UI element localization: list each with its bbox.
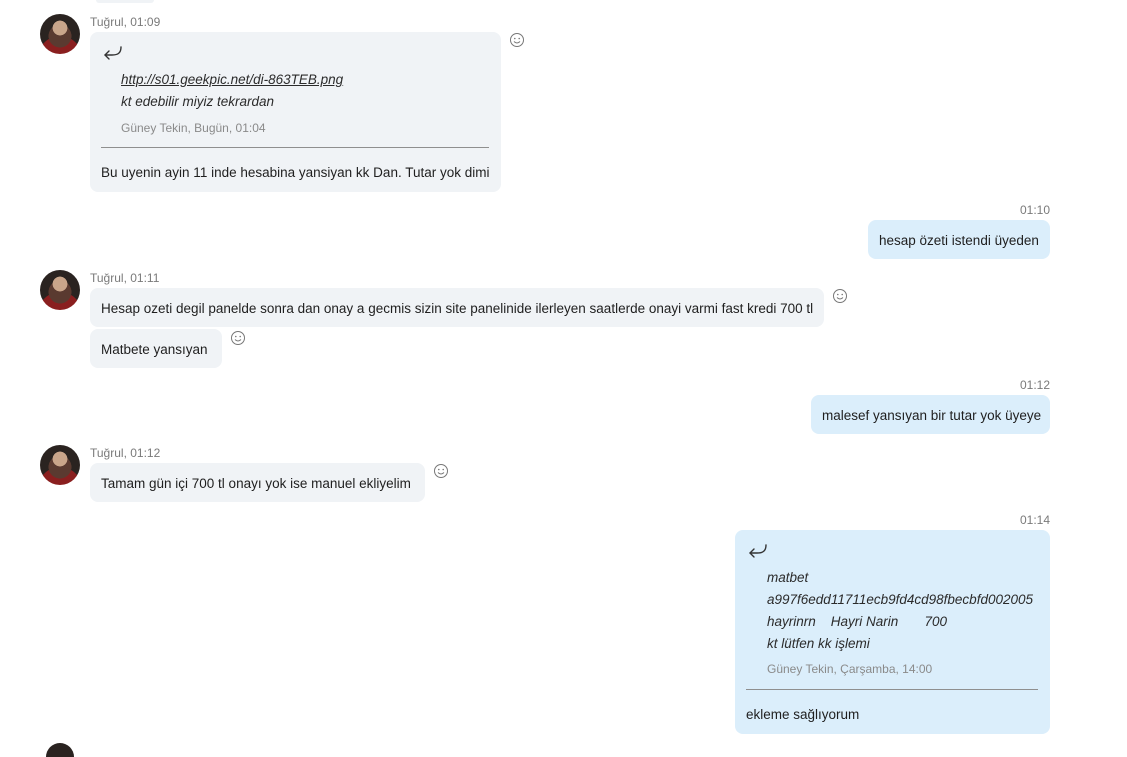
quoted-text: hayrinrn Hayri Narin 700 — [767, 614, 948, 629]
message-text: Matbete yansıyan — [101, 342, 208, 357]
avatar[interactable] — [40, 14, 80, 54]
message-text: Tamam gün içi 700 tl onayı yok ise manue… — [101, 476, 411, 491]
quoted-meta: Güney Tekin, Bugün, 01:04 — [121, 121, 266, 135]
message-sender-time: Tuğrul, 01:09 — [90, 15, 161, 29]
previous-message-edge — [96, 0, 154, 3]
message-bubble[interactable]: malesef yansıyan bir tutar yok üyeye — [811, 395, 1050, 434]
message-bubble[interactable]: http://s01.geekpic.net/di-863TEB.png kt … — [90, 32, 501, 192]
message-time: 01:12 — [1019, 378, 1050, 392]
message-bubble[interactable]: hesap özeti istendi üyeden — [868, 220, 1050, 259]
avatar[interactable] — [46, 743, 74, 757]
smiley-icon[interactable] — [832, 288, 848, 304]
message-bubble[interactable]: matbet a997f6edd11711ecb9fd4cd98fbecbfd0… — [735, 530, 1050, 734]
quoted-text: matbet — [767, 570, 809, 585]
smiley-icon[interactable] — [230, 330, 246, 346]
reply-arrow-icon — [104, 46, 122, 60]
quote-divider — [101, 147, 489, 148]
message-time: 01:10 — [1019, 203, 1050, 217]
avatar[interactable] — [40, 270, 80, 310]
reply-arrow-icon — [749, 544, 767, 558]
quoted-text: kt lütfen kk işlemi — [767, 636, 870, 651]
quoted-text: kt edebilir miyiz tekrardan — [121, 94, 275, 109]
smiley-icon[interactable] — [509, 32, 525, 48]
message-text: Hesap ozeti degil panelde sonra dan onay… — [101, 301, 814, 316]
message-text: ekleme sağlıyorum — [746, 707, 860, 722]
quote-divider — [746, 689, 1038, 690]
message-bubble[interactable]: Matbete yansıyan — [90, 329, 222, 368]
message-bubble[interactable]: Hesap ozeti degil panelde sonra dan onay… — [90, 288, 824, 327]
quoted-link[interactable]: http://s01.geekpic.net/di-863TEB.png — [121, 72, 343, 87]
message-sender-time: Tuğrul, 01:11 — [90, 271, 160, 285]
message-text: malesef yansıyan bir tutar yok üyeye — [822, 408, 1042, 423]
message-time: 01:14 — [1019, 513, 1050, 527]
message-text: Bu uyenin ayin 11 inde hesabina yansiyan… — [101, 165, 490, 180]
avatar[interactable] — [40, 445, 80, 485]
quoted-meta: Güney Tekin, Çarşamba, 14:00 — [767, 662, 933, 676]
message-bubble[interactable]: Tamam gün içi 700 tl onayı yok ise manue… — [90, 463, 425, 502]
quoted-text: a997f6edd11711ecb9fd4cd98fbecbfd002005 — [767, 592, 1033, 607]
message-text: hesap özeti istendi üyeden — [879, 233, 1039, 248]
smiley-icon[interactable] — [433, 463, 449, 479]
message-sender-time: Tuğrul, 01:12 — [90, 446, 161, 460]
